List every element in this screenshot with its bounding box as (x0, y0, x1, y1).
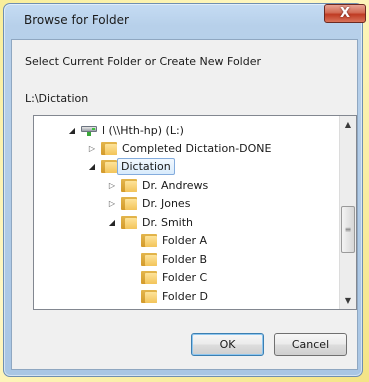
tree-item-folder-d[interactable]: Folder D (127, 287, 213, 305)
folder-icon (121, 215, 137, 229)
folder-icon (141, 289, 157, 303)
tree-item-label: l (\\Hth-hp) (L:) (102, 123, 184, 137)
tree-item-label: Folder D (162, 289, 208, 303)
tree-item-label: Folder B (162, 252, 208, 266)
tree-item-dictation[interactable]: ◢ Dictation (87, 157, 175, 175)
close-button[interactable]: X (324, 4, 366, 23)
tree-item-folder-a[interactable]: Folder A (127, 231, 212, 249)
tree-item-dr-jones[interactable]: ▷ Dr. Jones (107, 194, 195, 212)
tree-item-folder-b[interactable]: Folder B (127, 250, 212, 268)
collapsed-arrow-icon[interactable]: ▷ (87, 144, 97, 153)
expanded-arrow-icon[interactable]: ◢ (107, 218, 117, 227)
tree-item-label: Dr. Jones (142, 196, 191, 210)
vertical-scrollbar[interactable]: ▲ ≡ ▼ (339, 116, 356, 309)
folder-tree[interactable]: ◢ l (\\Hth-hp) (L:) ▷ Completed Dictatio… (33, 115, 357, 310)
tree-item-label: Dr. Smith (142, 215, 194, 229)
folder-icon (141, 270, 157, 284)
expanded-arrow-icon[interactable]: ◢ (87, 162, 97, 171)
collapsed-arrow-icon[interactable]: ▷ (107, 199, 117, 208)
tree-item-label: Dictation (117, 157, 175, 175)
folder-icon (121, 196, 137, 210)
tree-item-label: Folder C (162, 270, 208, 284)
folder-icon (101, 141, 117, 155)
folder-icon (101, 159, 117, 173)
cancel-button[interactable]: Cancel (274, 333, 347, 356)
tree-item-drive[interactable]: ◢ l (\\Hth-hp) (L:) (67, 121, 189, 139)
close-icon: X (339, 6, 351, 21)
tree-item-dr-andrews[interactable]: ▷ Dr. Andrews (107, 176, 213, 194)
tree-item-label: Folder A (162, 233, 208, 247)
folder-icon (141, 252, 157, 266)
expanded-arrow-icon[interactable]: ◢ (67, 126, 77, 135)
ok-button[interactable]: OK (191, 333, 264, 356)
tree-item-completed-dictation[interactable]: ▷ Completed Dictation-DONE (87, 139, 276, 157)
dialog-description: Select Current Folder or Create New Fold… (25, 55, 262, 68)
scrollbar-thumb[interactable]: ≡ (341, 206, 355, 253)
collapsed-arrow-icon[interactable]: ▷ (107, 181, 117, 190)
folder-icon (121, 178, 137, 192)
scroll-down-arrow-icon[interactable]: ▼ (340, 292, 356, 309)
dialog-title: Browse for Folder (24, 13, 129, 27)
tree-item-label: Dr. Andrews (142, 178, 209, 192)
current-path-label: L:\Dictation (25, 92, 89, 105)
scroll-up-arrow-icon[interactable]: ▲ (340, 116, 356, 133)
network-drive-icon (81, 124, 97, 136)
tree-item-folder-c[interactable]: Folder C (127, 268, 212, 286)
tree-item-label: Completed Dictation-DONE (122, 141, 272, 155)
folder-icon (141, 233, 157, 247)
tree-item-dr-smith[interactable]: ◢ Dr. Smith (107, 213, 198, 231)
